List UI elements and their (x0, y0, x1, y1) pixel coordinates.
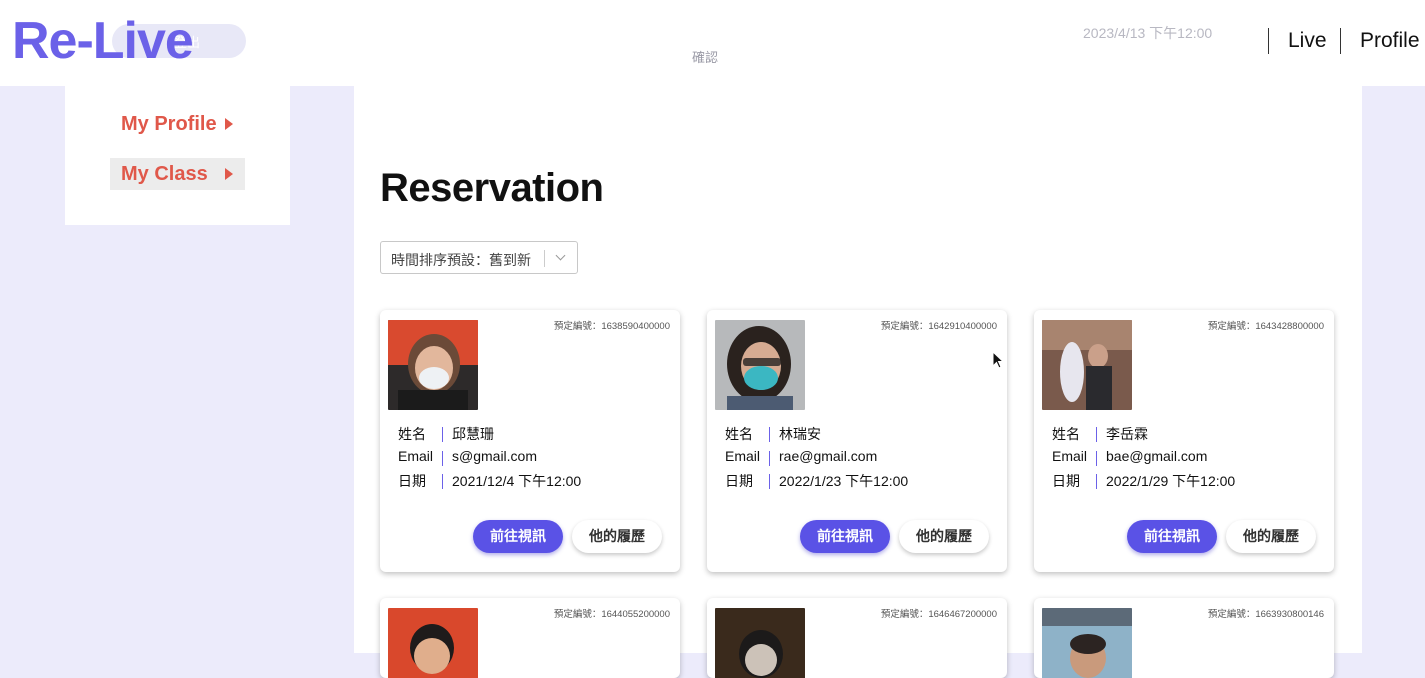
field-label: 姓名 (1052, 426, 1080, 442)
reservation-number: 預定編號：1663930800146 (1207, 609, 1324, 620)
sidebar-item-my-class[interactable]: My Class (110, 158, 245, 190)
reservation-number: 預定編號：1642910400000 (880, 321, 997, 332)
sidebar-item-label: My Class (121, 163, 208, 185)
triangle-right-icon (225, 118, 233, 130)
student-email: s@gmail.com (452, 447, 538, 464)
reservation-card: 預定編號：1646467200000 (707, 598, 1007, 678)
reservation-number: 預定編號：1638590400000 (553, 321, 670, 332)
nav-profile-link[interactable]: Profile (1360, 28, 1420, 54)
reservation-card: 預定編號：1638590400000 姓名 邱慧珊 Email s@gmail.co… (380, 310, 680, 572)
student-email: rae@gmail.com (779, 447, 878, 464)
nav-divider (1268, 28, 1269, 54)
student-email: bae@gmail.com (1106, 447, 1208, 464)
reservation-date: 2021/12/4 下午12:00 (452, 473, 582, 489)
sidebar-item-my-profile[interactable]: My Profile (110, 108, 245, 140)
field-label: Email (398, 447, 434, 464)
chevron-down-icon (555, 250, 566, 261)
student-photo (1042, 320, 1132, 410)
confirm-button-ghost[interactable]: 確認 (692, 47, 718, 66)
sidebar: My Profile My Class (65, 86, 290, 225)
field-label: 日期 (398, 473, 426, 489)
nav-divider (1340, 28, 1341, 54)
join-video-button[interactable]: 前往視訊 (1127, 520, 1217, 553)
select-divider (544, 250, 545, 267)
reservation-card: 預定編號：1663930800146 (1034, 598, 1334, 678)
sort-select[interactable]: 時間排序預設：舊到新 (380, 241, 578, 274)
main-content: Reservation 時間排序預設：舊到新 預定編號：163859040000… (354, 86, 1362, 678)
mouse-cursor-icon (992, 351, 1004, 369)
page-title: Reservation (380, 166, 604, 210)
view-resume-button[interactable]: 他的履歷 (899, 520, 989, 553)
nav-live-link[interactable]: Live (1288, 28, 1327, 54)
view-resume-button[interactable]: 他的履歷 (1226, 520, 1316, 553)
view-resume-button[interactable]: 他的履歷 (572, 520, 662, 553)
student-photo (1042, 608, 1132, 678)
join-video-button[interactable]: 前往視訊 (473, 520, 563, 553)
reservation-number: 預定編號：1644055200000 (553, 609, 670, 620)
student-photo (715, 320, 805, 410)
reservation-number: 預定編號：1643428800000 (1207, 321, 1324, 332)
field-label: 日期 (725, 473, 753, 489)
student-name: 林瑞安 (779, 426, 821, 442)
reservation-card: 預定編號：1644055200000 (380, 598, 680, 678)
field-label: 日期 (1052, 473, 1080, 489)
student-photo (715, 608, 805, 678)
field-label: 姓名 (725, 426, 753, 442)
field-label: 姓名 (398, 426, 426, 442)
reservation-number: 預定編號：1646467200000 (880, 609, 997, 620)
student-name: 李岳霖 (1106, 426, 1148, 442)
field-label: Email (1052, 447, 1088, 464)
student-photo (388, 608, 478, 678)
reservation-date: 2022/1/29 下午12:00 (1106, 473, 1236, 489)
logo[interactable]: Re-Live (12, 12, 194, 70)
join-video-button[interactable]: 前往視訊 (800, 520, 890, 553)
triangle-right-icon (225, 168, 233, 180)
student-photo (388, 320, 478, 410)
student-name: 邱慧珊 (452, 426, 494, 442)
reservation-card: 預定編號：1643428800000 姓名 李岳霖 Email bae@gmail.… (1034, 310, 1334, 572)
reservation-card: 預定編號：1642910400000 姓名 林瑞安 Email rae@gmail.… (707, 310, 1007, 572)
sidebar-item-label: My Profile (121, 113, 217, 135)
sort-select-value: 時間排序預設：舊到新 (391, 252, 531, 268)
field-label: Email (725, 447, 761, 464)
reservation-date: 2022/1/23 下午12:00 (779, 473, 909, 489)
